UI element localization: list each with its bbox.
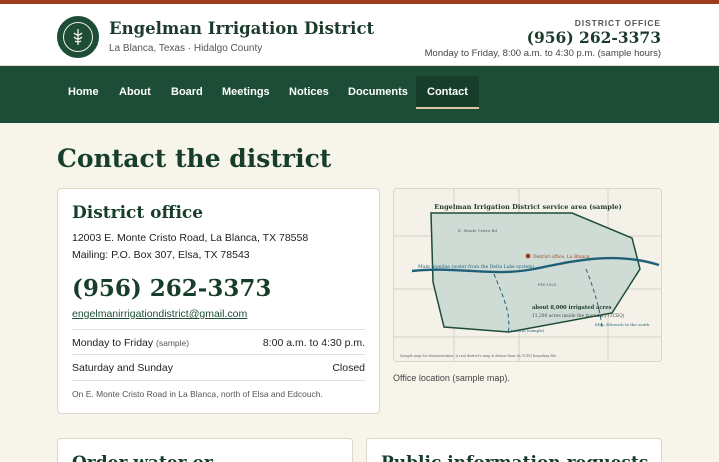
map-tceq-label: 11,290 acres inside the boundary (TCEQ) (532, 314, 625, 319)
nav-meetings[interactable]: Meetings (222, 76, 270, 109)
map-elsa-label: Elsa, Edcouch to the south (595, 322, 650, 327)
main-nav: Home About Board Meetings Notices Docume… (0, 66, 719, 123)
service-area-map[interactable]: Engelman Irrigation District service are… (393, 188, 662, 362)
map-fm-label: FM 1925 (538, 282, 557, 287)
public-info-card: Public information requests (366, 438, 662, 462)
hours-time: 8:00 a.m. to 4:30 p.m. (262, 337, 365, 349)
nav-notices[interactable]: Notices (289, 76, 329, 109)
district-seal-icon[interactable] (57, 16, 99, 58)
hours-day: Monday to Friday (sample) (72, 337, 190, 349)
directions-note: On E. Monte Cristo Road in La Blanca, no… (72, 380, 365, 399)
office-card-title: District office (72, 203, 204, 223)
order-water-card: Order water or (57, 438, 353, 462)
public-info-title: Public information requests (381, 453, 648, 462)
order-water-title: Order water or (72, 453, 213, 462)
nav-documents[interactable]: Documents (348, 76, 408, 109)
map-lateral-label: Lateral (sample) (511, 328, 545, 333)
hours-day: Saturday and Sunday (72, 362, 173, 374)
hours-row: Saturday and Sunday Closed (72, 354, 365, 379)
site-header: Engelman Irrigation District La Blanca, … (0, 4, 719, 66)
office-hours: Monday to Friday, 8:00 a.m. to 4:30 p.m.… (424, 48, 661, 59)
site-title[interactable]: Engelman Irrigation District (109, 19, 374, 38)
map-footnote: Sample map for demonstration. A real dis… (400, 354, 557, 358)
nav-board[interactable]: Board (171, 76, 203, 109)
office-phone[interactable]: (956) 262-3373 (72, 275, 271, 302)
hours-row: Monday to Friday (sample) 8:00 a.m. to 4… (72, 329, 365, 354)
header-phone[interactable]: (956) 262-3373 (527, 28, 661, 47)
map-caption: Office location (sample map). (393, 373, 510, 383)
office-label: DISTRICT OFFICE (574, 18, 661, 28)
nav-home[interactable]: Home (68, 76, 99, 109)
map-pipeline-label: Main pipeline (water from the Delta Lake… (418, 263, 535, 270)
page-title: Contact the district (57, 144, 332, 173)
mailing-address: Mailing: P.O. Box 307, Elsa, TX 78543 (72, 249, 250, 261)
nav-about[interactable]: About (119, 76, 151, 109)
map-office-label: District office, La Blanca (533, 254, 590, 260)
street-address: 12003 E. Monte Cristo Road, La Blanca, T… (72, 232, 309, 244)
nav-contact[interactable]: Contact (416, 76, 479, 109)
map-acres-label: about 8,000 irrigated acres (532, 305, 612, 311)
site-subtitle: La Blanca, Texas · Hidalgo County (109, 43, 263, 54)
map-title: Engelman Irrigation District service are… (434, 203, 622, 211)
office-card: District office 12003 E. Monte Cristo Ro… (57, 188, 380, 414)
office-email-link[interactable]: engelmanirrigationdistrict@gmail.com (72, 308, 247, 320)
hours-time: Closed (332, 362, 365, 374)
map-road-label: E. Monte Cristo Rd (458, 228, 497, 233)
